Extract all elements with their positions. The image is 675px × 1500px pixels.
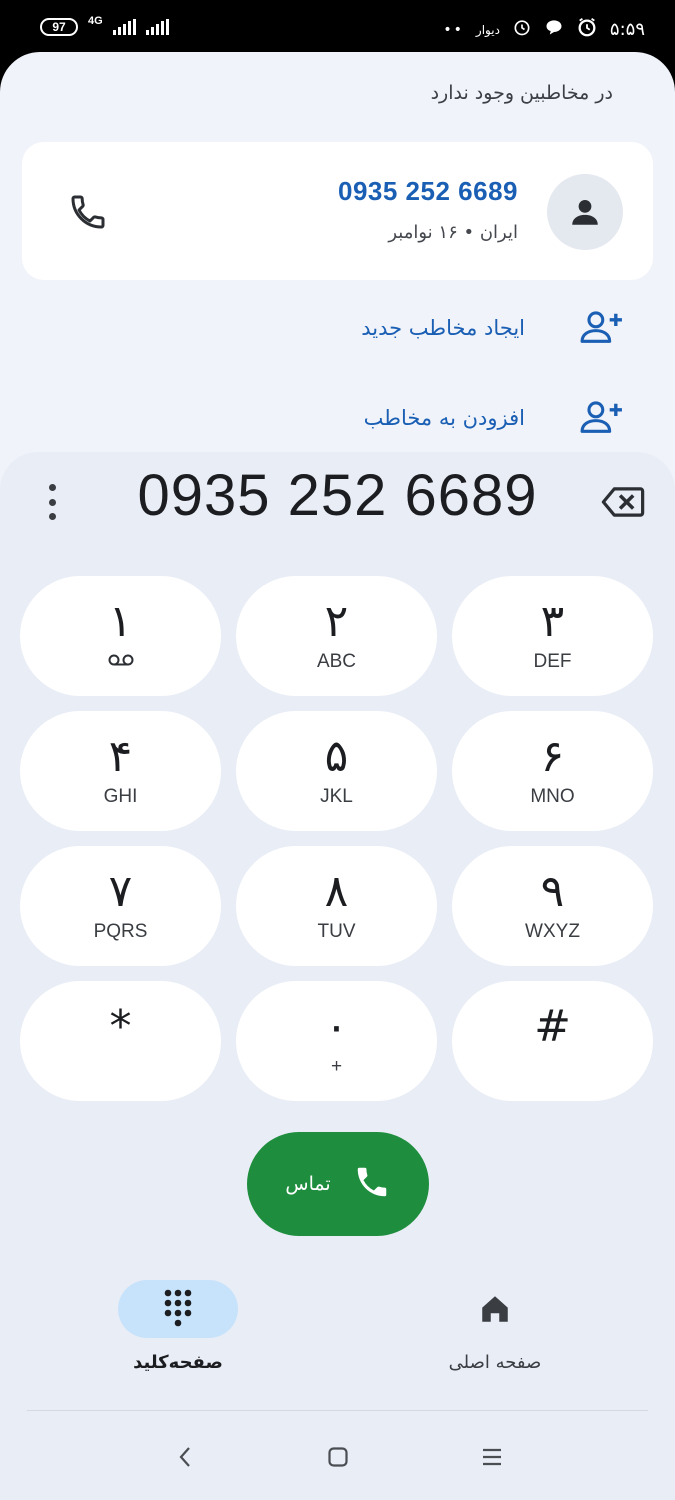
key-0[interactable]: ۰ + <box>236 981 437 1101</box>
key-1[interactable]: ۱ <box>20 576 221 696</box>
key-star[interactable]: * <box>20 981 221 1101</box>
call-button[interactable]: تماس <box>247 1132 429 1236</box>
add-person-icon <box>579 307 625 349</box>
call-label: تماس <box>285 1173 331 1195</box>
not-in-contacts-label: در مخاطبین وجود ندارد <box>430 82 613 104</box>
person-icon <box>572 199 598 225</box>
phone-icon <box>353 1163 391 1205</box>
nav-tab-keypad[interactable]: صفحه‌کلید <box>108 1280 248 1373</box>
nav-keypad-label: صفحه‌کلید <box>133 1352 223 1373</box>
add-to-contact-row[interactable]: افزودن به مخاطب <box>364 388 625 448</box>
recents-icon[interactable] <box>472 1442 512 1472</box>
key-9[interactable]: ۹ WXYZ <box>452 846 653 966</box>
key-2[interactable]: ۲ ABC <box>236 576 437 696</box>
key-5[interactable]: ۵ JKL <box>236 711 437 831</box>
back-icon[interactable] <box>165 1442 205 1472</box>
chat-bubble-icon <box>544 17 564 42</box>
key-7[interactable]: ۷ PQRS <box>20 846 221 966</box>
nav-tab-home[interactable]: صفحه اصلی <box>425 1280 565 1373</box>
status-bar: 97 4G •• دیوار ۵:۵۹ <box>0 0 675 52</box>
home-icon <box>425 1280 565 1338</box>
avatar <box>547 174 623 250</box>
dialpad-icon <box>118 1280 238 1338</box>
result-subtitle: ایران • ۱۶ نوامبر <box>388 222 518 243</box>
dialer-screen: در مخاطبین وجود ندارد 0935 252 6689 ایرا… <box>0 52 675 1500</box>
key-3[interactable]: ۳ DEF <box>452 576 653 696</box>
divar-notification: دیوار <box>475 22 500 37</box>
number-result-card[interactable]: 0935 252 6689 ایران • ۱۶ نوامبر <box>22 142 653 280</box>
nav-divider <box>27 1410 648 1411</box>
battery-indicator: 97 <box>40 18 78 36</box>
alarm-icon <box>512 17 532 42</box>
result-number: 0935 252 6689 <box>337 176 518 206</box>
create-contact-label: ایجاد مخاطب جدید <box>361 316 525 340</box>
voicemail-icon <box>107 651 135 675</box>
home-button-icon[interactable] <box>318 1442 358 1472</box>
signal-icon-2 <box>145 19 169 35</box>
add-person-icon <box>579 397 625 439</box>
notification-dots: •• <box>443 21 464 38</box>
backspace-icon[interactable] <box>601 486 645 522</box>
add-to-contact-label: افزودن به مخاطب <box>363 406 525 430</box>
network-type: 4G <box>88 15 103 27</box>
keypad-grid: ۱ ۲ ABC ۳ DEF ۴ GHI ۵ JKL ۶ MNO ۷ PQRS ۸… <box>20 576 654 1101</box>
dialed-number: 0935 252 6689 <box>137 463 538 528</box>
signal-icon <box>112 19 136 35</box>
nav-home-label: صفحه اصلی <box>448 1352 542 1373</box>
dialpad-panel: 0935 252 6689 ۱ ۲ ABC ۳ DEF ۴ GHI ۵ JKL … <box>0 452 675 1500</box>
key-8[interactable]: ۸ TUV <box>236 846 437 966</box>
key-4[interactable]: ۴ GHI <box>20 711 221 831</box>
key-6[interactable]: ۶ MNO <box>452 711 653 831</box>
phone-call-icon[interactable] <box>68 192 108 236</box>
alarm-clock-icon <box>576 16 598 43</box>
key-hash[interactable]: # <box>452 981 653 1101</box>
create-contact-row[interactable]: ایجاد مخاطب جدید <box>361 298 625 358</box>
clock-time: ۵:۵۹ <box>609 19 645 40</box>
